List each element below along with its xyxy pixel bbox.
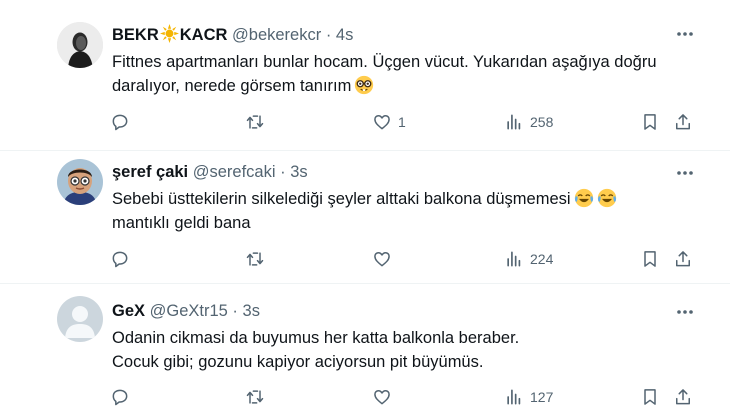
views-count: 127 — [530, 389, 554, 405]
separator-dot: · — [325, 26, 332, 44]
tweet-text-line: Fittnes apartmanları bunlar hocam. Üçgen… — [112, 53, 657, 71]
retweet-button[interactable] — [245, 247, 271, 271]
bookmark-icon — [644, 251, 656, 267]
tweet-2[interactable]: şeref çaki @serefcaki · 3s Sebebi üsttek… — [0, 151, 730, 283]
bookmark-button[interactable] — [640, 385, 660, 409]
avatar-image — [57, 22, 103, 68]
tweet-text-line: Odanin cikmasi da buyumus her katta balk… — [112, 329, 520, 347]
tweet-actions: 1 258 — [108, 110, 703, 134]
views-count: 224 — [530, 251, 554, 267]
default-avatar-icon — [57, 296, 103, 342]
timestamp[interactable]: 3s — [290, 163, 307, 181]
tweet-text-line: mantıklı geldi bana — [112, 214, 251, 232]
user-handle[interactable]: @serefcaki — [193, 163, 276, 181]
user-handle[interactable]: @GeXtr15 — [150, 302, 228, 320]
share-icon — [676, 114, 690, 130]
timestamp[interactable]: 3s — [243, 302, 260, 320]
avatar[interactable] — [57, 159, 103, 205]
more-icon — [677, 32, 693, 36]
display-name[interactable]: GeX — [112, 302, 145, 320]
joy-emoji-icon — [574, 188, 593, 208]
tweet-text: Odanin cikmasi da buyumus her katta balk… — [112, 326, 702, 374]
bookmark-button[interactable] — [640, 110, 660, 134]
reply-icon — [112, 251, 128, 268]
views-icon — [507, 389, 521, 405]
display-name[interactable]: BEKR KACR — [112, 24, 227, 44]
share-button[interactable] — [673, 110, 693, 134]
reply-button[interactable] — [110, 110, 136, 134]
like-icon — [374, 115, 390, 130]
like-button[interactable]: 1 — [372, 110, 406, 134]
more-options-button[interactable] — [675, 302, 695, 322]
tweet-text: Fittnes apartmanları bunlar hocam. Üçgen… — [112, 50, 702, 98]
views-button[interactable]: 258 — [504, 110, 553, 134]
avatar[interactable] — [57, 296, 103, 342]
display-name[interactable]: şeref çaki — [112, 163, 188, 181]
sun-emoji-icon — [159, 24, 179, 43]
more-options-button[interactable] — [675, 24, 695, 44]
bookmark-button[interactable] — [640, 247, 660, 271]
avatar-image — [57, 159, 103, 205]
reply-button[interactable] — [110, 247, 136, 271]
tweet-1[interactable]: BEKR KACR @bekerekcr · 4s Fittnes apartma… — [0, 0, 730, 150]
reply-icon — [112, 114, 128, 131]
more-options-button[interactable] — [675, 163, 695, 183]
user-handle[interactable]: @bekerekcr — [232, 26, 321, 44]
tweet-header: GeX @GeXtr15 · 3s — [112, 302, 260, 321]
views-count: 258 — [530, 114, 554, 130]
separator-dot: · — [280, 163, 286, 181]
share-button[interactable] — [673, 385, 693, 409]
more-icon — [677, 171, 693, 175]
like-count: 1 — [398, 114, 406, 130]
tweet-3[interactable]: GeX @GeXtr15 · 3s Odanin cikmasi da buyu… — [0, 284, 730, 420]
bookmark-icon — [644, 114, 656, 130]
like-icon — [374, 390, 390, 405]
tweet-actions: 224 — [108, 247, 703, 271]
share-icon — [676, 389, 690, 405]
tweet-actions: 127 — [108, 385, 703, 409]
tweet-header: BEKR KACR @bekerekcr · 4s — [112, 24, 353, 45]
bookmark-icon — [644, 389, 656, 405]
retweet-icon — [246, 252, 264, 266]
tweet-text-line: Sebebi üsttekilerin silkelediği şeyler a… — [112, 190, 571, 208]
retweet-button[interactable] — [245, 110, 271, 134]
tweet-text-line: daralıyor, nerede görsem tanırım — [112, 77, 352, 95]
reply-icon — [112, 389, 128, 406]
joy-emoji-icon — [597, 188, 616, 208]
retweet-icon — [246, 115, 264, 129]
tweet-text: Sebebi üsttekilerin silkelediği şeyler a… — [112, 187, 702, 235]
like-button[interactable] — [372, 385, 398, 409]
separator-dot: · — [232, 302, 238, 320]
reply-button[interactable] — [110, 385, 136, 409]
views-button[interactable]: 127 — [504, 385, 553, 409]
like-button[interactable] — [372, 247, 398, 271]
more-icon — [677, 310, 693, 314]
tweet-header: şeref çaki @serefcaki · 3s — [112, 163, 308, 182]
like-icon — [374, 252, 390, 267]
views-icon — [507, 251, 521, 267]
views-button[interactable]: 224 — [504, 247, 553, 271]
avatar[interactable] — [57, 22, 103, 68]
retweet-button[interactable] — [245, 385, 271, 409]
retweet-icon — [246, 390, 264, 404]
views-icon — [507, 114, 521, 130]
nerd-face-emoji-icon — [355, 75, 374, 95]
tweet-text-line: Cocuk gibi; gozunu kapiyor aciyorsun pit… — [112, 353, 484, 371]
timestamp[interactable]: 4s — [336, 26, 353, 44]
share-icon — [676, 251, 690, 267]
share-button[interactable] — [673, 247, 693, 271]
